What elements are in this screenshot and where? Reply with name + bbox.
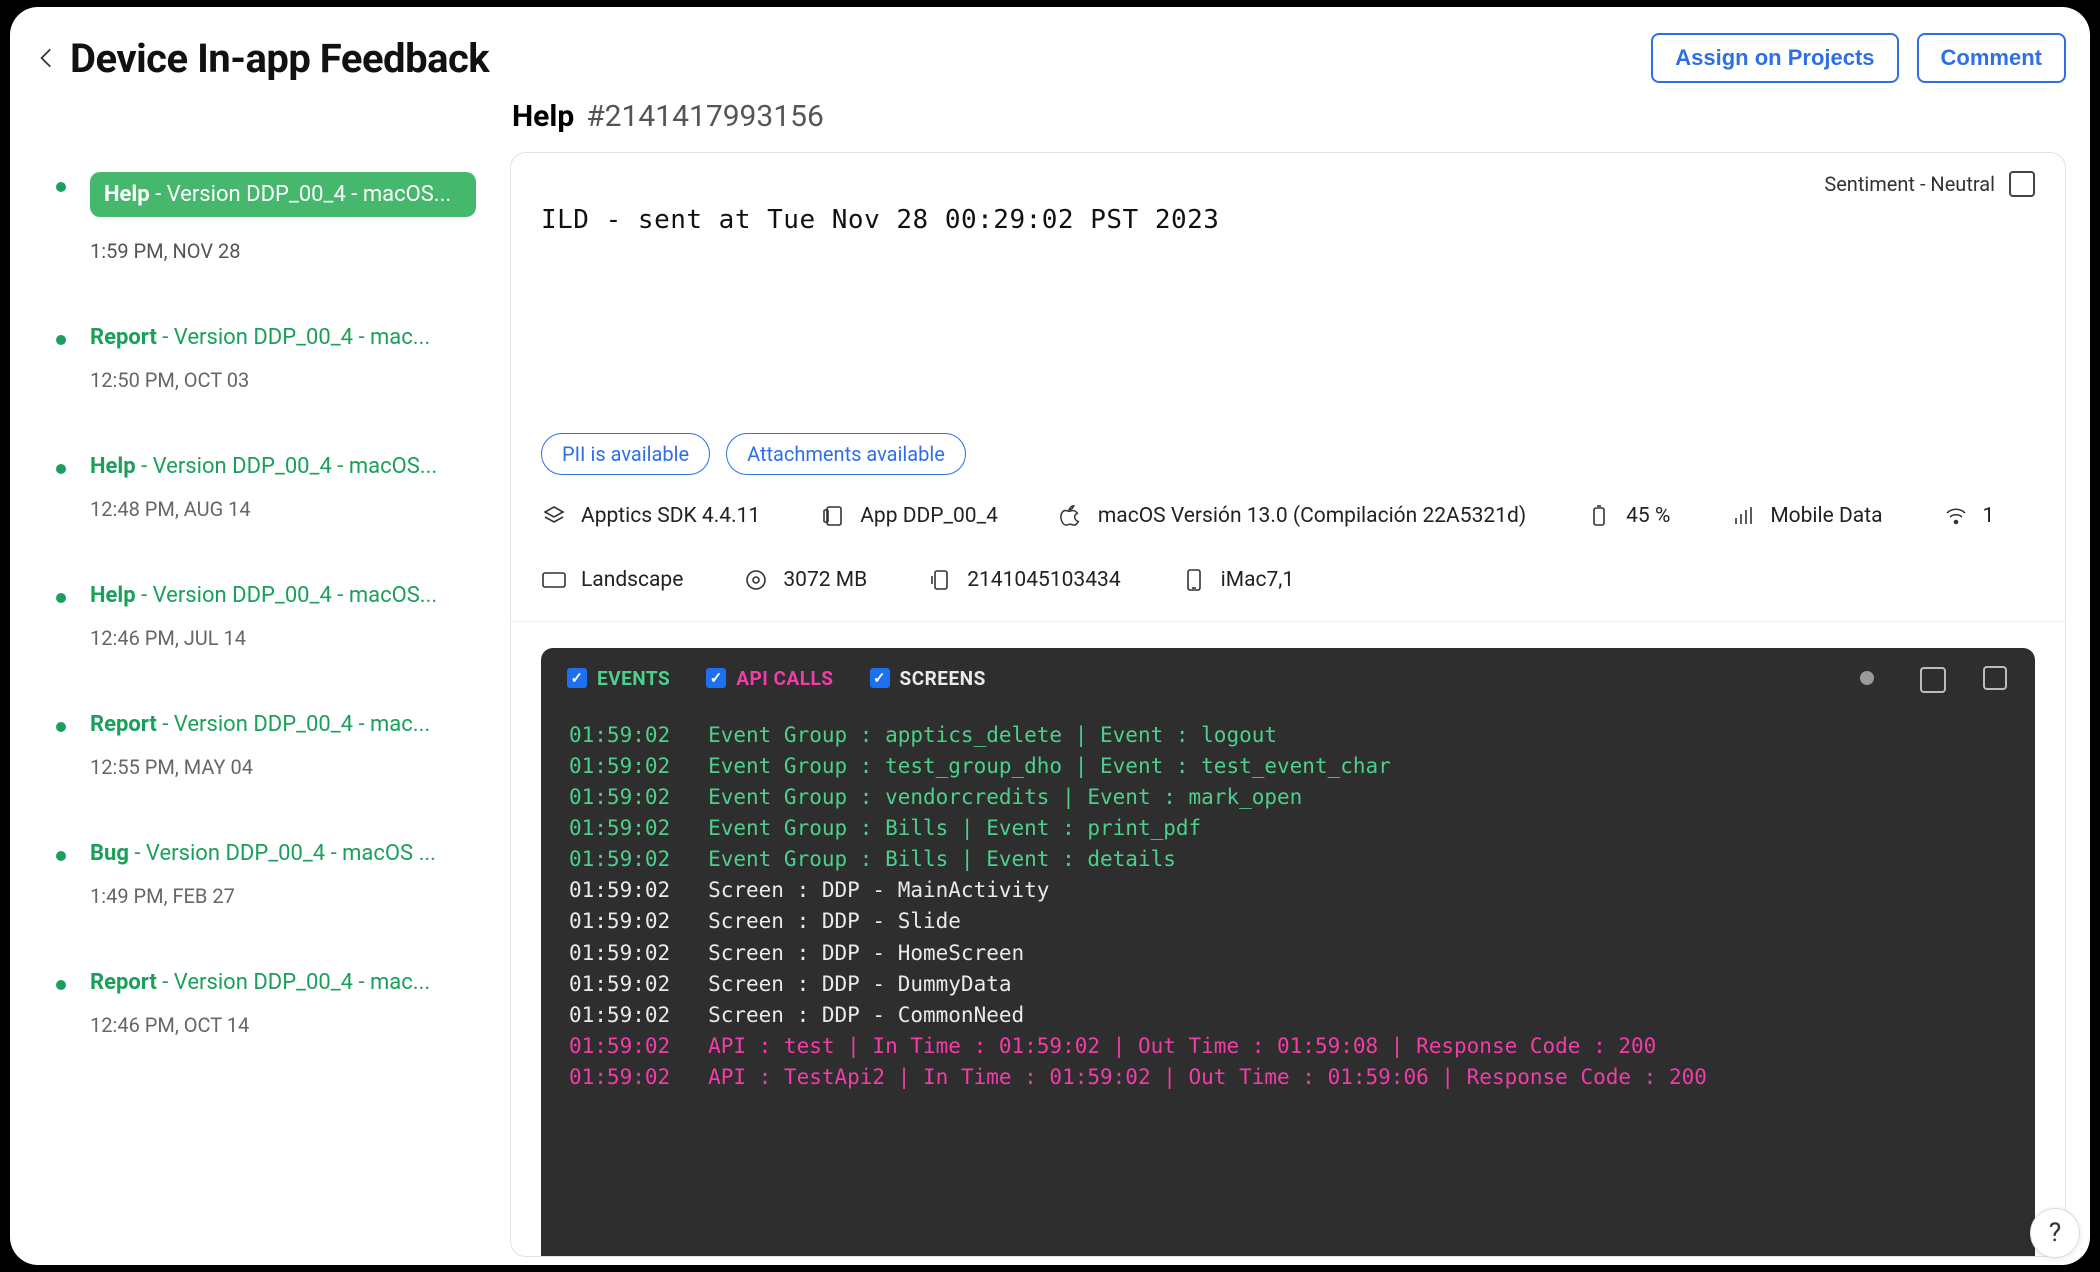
sidebar-item-title: Help - Version DDP_00_4 - macOS... <box>90 172 476 217</box>
comment-button[interactable]: Comment <box>1917 33 2066 83</box>
status-dot-icon <box>56 182 66 192</box>
log-line: 01:59:02 Event Group : vendorcredits | E… <box>569 782 2007 813</box>
sidebar-item-title: Report - Version DDP_00_4 - mac... <box>90 970 476 995</box>
record-icon[interactable] <box>1853 664 1881 692</box>
meta-sdk: Apptics SDK 4.4.11 <box>541 503 760 529</box>
expand-icon[interactable] <box>2009 171 2035 197</box>
battery-icon <box>1586 503 1612 529</box>
status-dot-icon <box>56 980 66 990</box>
status-dot-icon <box>56 851 66 861</box>
status-dot-icon <box>56 722 66 732</box>
meta-battery: 45 % <box>1586 503 1670 529</box>
log-line: 01:59:02 Screen : DDP - CommonNeed <box>569 1000 2007 1031</box>
status-dot-icon <box>56 464 66 474</box>
back-icon[interactable] <box>34 45 60 71</box>
chips-row: PII is available Attachments available <box>511 433 2065 497</box>
filter-api-calls[interactable]: ✓ API CALLS <box>706 667 833 690</box>
meta-network: Mobile Data <box>1730 503 1882 529</box>
log-line: 01:59:02 Screen : DDP - Slide <box>569 906 2007 937</box>
feedback-message-area: Sentiment - Neutral ILD - sent at Tue No… <box>511 153 2065 433</box>
meta-os: macOS Versión 13.0 (Compilación 22A5321d… <box>1058 503 1526 529</box>
filter-screens[interactable]: ✓ SCREENS <box>870 667 986 690</box>
sidebar-item[interactable]: Help - Version DDP_00_4 - macOS... 1:59 P… <box>34 162 490 273</box>
sidebar-feedback-list: Help - Version DDP_00_4 - macOS... 1:59 P… <box>34 152 490 1257</box>
feedback-detail-panel: Sentiment - Neutral ILD - sent at Tue No… <box>510 152 2066 1257</box>
help-fab[interactable]: ? <box>2030 1208 2080 1258</box>
fullscreen-icon[interactable] <box>1981 664 2009 692</box>
sidebar-item-title: Bug - Version DDP_00_4 - macOS ... <box>90 841 476 866</box>
meta-device-model: iMac7,1 <box>1181 567 1295 593</box>
log-line: 01:59:02 Event Group : test_group_dho | … <box>569 751 2007 782</box>
device-id-icon <box>927 567 953 593</box>
sidebar-item-time: 1:49 PM, FEB 27 <box>90 884 476 908</box>
log-console: ✓ EVENTS ✓ API CALLS ✓ SCREENS <box>541 648 2035 1256</box>
signal-icon <box>1730 503 1756 529</box>
meta-device-id: 2141045103434 <box>927 567 1120 593</box>
feedback-message: ILD - sent at Tue Nov 28 00:29:02 PST 20… <box>541 175 2035 235</box>
apple-icon <box>1058 503 1084 529</box>
meta-wifi: 1 <box>1943 503 1995 529</box>
layers-icon <box>541 503 567 529</box>
feedback-type-label: Help <box>512 99 574 134</box>
log-line: 01:59:02 Screen : DDP - HomeScreen <box>569 938 2007 969</box>
status-dot-icon <box>56 335 66 345</box>
copy-icon[interactable] <box>1917 664 1945 692</box>
log-line: 01:59:02 Event Group : Bills | Event : d… <box>569 844 2007 875</box>
orientation-icon <box>541 567 567 593</box>
attachments-chip[interactable]: Attachments available <box>726 433 966 475</box>
meta-app: App DDP_00_4 <box>820 503 998 529</box>
assign-on-projects-button[interactable]: Assign on Projects <box>1651 33 1898 83</box>
sidebar-item[interactable]: Help - Version DDP_00_4 - macOS... 12:48 … <box>34 444 490 531</box>
feedback-id: #2141417993156 <box>586 99 824 134</box>
sidebar-item-title: Help - Version DDP_00_4 - macOS... <box>90 583 476 608</box>
sidebar-item-time: 12:50 PM, OCT 03 <box>90 368 476 392</box>
app-frame: Device In-app Feedback Assign on Project… <box>10 7 2090 1265</box>
log-line: 01:59:02 Screen : DDP - MainActivity <box>569 875 2007 906</box>
log-line: 01:59:02 Screen : DDP - DummyData <box>569 969 2007 1000</box>
sidebar-item-title: Report - Version DDP_00_4 - mac... <box>90 325 476 350</box>
meta-orientation: Landscape <box>541 567 683 593</box>
checkbox-icon: ✓ <box>567 668 587 688</box>
sidebar-item-title: Report - Version DDP_00_4 - mac... <box>90 712 476 737</box>
log-line: 01:59:02 Event Group : Bills | Event : p… <box>569 813 2007 844</box>
pii-chip[interactable]: PII is available <box>541 433 710 475</box>
log-line: 01:59:02 API : TestApi2 | In Time : 01:5… <box>569 1062 2007 1093</box>
console-filter-bar: ✓ EVENTS ✓ API CALLS ✓ SCREENS <box>541 648 2035 708</box>
sidebar-item[interactable]: Help - Version DDP_00_4 - macOS... 12:46 … <box>34 573 490 660</box>
sidebar-item[interactable]: Report - Version DDP_00_4 - mac... 12:50 … <box>34 315 490 402</box>
status-dot-icon <box>56 593 66 603</box>
checkbox-icon: ✓ <box>870 668 890 688</box>
sidebar-item[interactable]: Bug - Version DDP_00_4 - macOS ... 1:49 P… <box>34 831 490 918</box>
sidebar-item-title: Help - Version DDP_00_4 - macOS... <box>90 454 476 479</box>
sidebar-item[interactable]: Report - Version DDP_00_4 - mac... 12:46 … <box>34 960 490 1047</box>
sidebar-item-time: 1:59 PM, NOV 28 <box>90 239 476 263</box>
console-body[interactable]: 01:59:02 Event Group : apptics_delete | … <box>541 708 2035 1113</box>
memory-icon <box>743 567 769 593</box>
sub-header: Help #2141417993156 <box>34 89 2066 142</box>
sentiment-row: Sentiment - Neutral <box>1824 171 2035 197</box>
help-icon: ? <box>2049 1218 2061 1248</box>
sidebar-item-time: 12:48 PM, AUG 14 <box>90 497 476 521</box>
device-meta-grid: Apptics SDK 4.4.11 App DDP_00_4 macOS Ve… <box>511 497 2065 622</box>
device-model-icon <box>1181 567 1207 593</box>
sentiment-label: Sentiment - Neutral <box>1824 172 1995 196</box>
meta-memory: 3072 MB <box>743 567 867 593</box>
header: Device In-app Feedback Assign on Project… <box>34 23 2066 89</box>
sidebar-item-time: 12:46 PM, JUL 14 <box>90 626 476 650</box>
filter-events[interactable]: ✓ EVENTS <box>567 667 670 690</box>
log-line: 01:59:02 Event Group : apptics_delete | … <box>569 720 2007 751</box>
sidebar-item[interactable]: Report - Version DDP_00_4 - mac... 12:55 … <box>34 702 490 789</box>
sidebar-item-time: 12:46 PM, OCT 14 <box>90 1013 476 1037</box>
page-title: Device In-app Feedback <box>70 35 489 82</box>
wifi-icon <box>1943 503 1969 529</box>
app-icon <box>820 503 846 529</box>
log-line: 01:59:02 API : test | In Time : 01:59:02… <box>569 1031 2007 1062</box>
checkbox-icon: ✓ <box>706 668 726 688</box>
sidebar-item-time: 12:55 PM, MAY 04 <box>90 755 476 779</box>
